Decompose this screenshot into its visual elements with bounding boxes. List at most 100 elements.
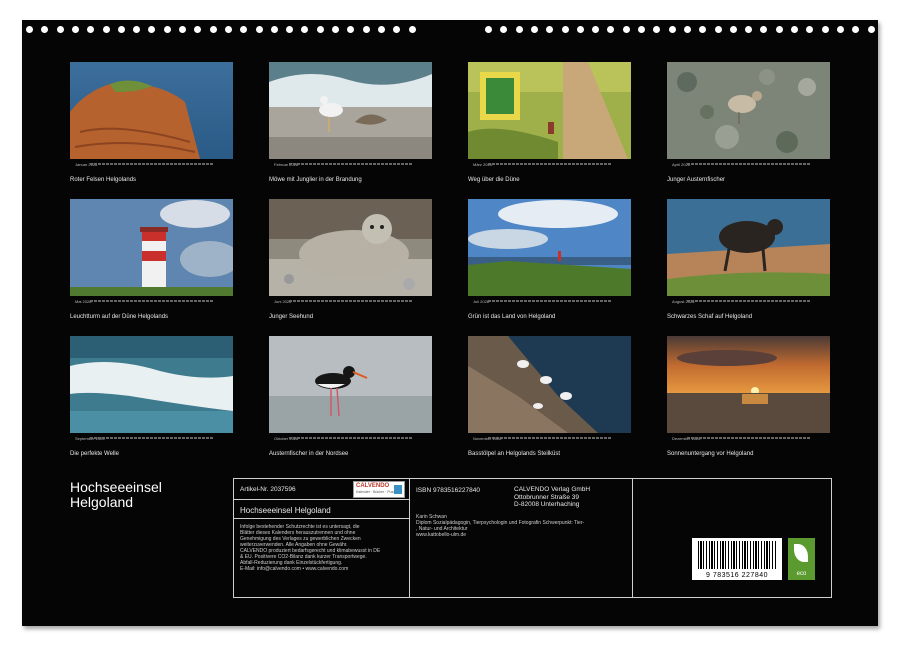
day-mark	[787, 300, 790, 302]
day-mark	[106, 300, 109, 302]
binding-hole	[806, 26, 813, 33]
binding-hole	[347, 26, 354, 33]
day-mark	[783, 300, 786, 302]
day-mark	[604, 163, 607, 165]
photo-dune-path	[468, 62, 631, 159]
day-mark	[333, 300, 336, 302]
day-mark	[190, 437, 193, 439]
day-mark	[301, 163, 304, 165]
binding-hole	[301, 26, 308, 33]
day-mark	[349, 163, 352, 165]
day-mark	[373, 300, 376, 302]
day-mark	[194, 300, 197, 302]
day-mark	[751, 163, 754, 165]
binding-hole	[26, 26, 33, 33]
day-mark	[504, 437, 507, 439]
binding-hole	[41, 26, 48, 33]
day-mark	[763, 437, 766, 439]
day-mark	[600, 300, 603, 302]
day-mark	[699, 437, 702, 439]
logo-mark-icon	[394, 485, 402, 494]
binding-hole	[87, 26, 94, 33]
day-mark	[142, 300, 145, 302]
day-mark	[492, 437, 495, 439]
day-mark	[365, 163, 368, 165]
day-mark	[385, 300, 388, 302]
day-mark	[743, 163, 746, 165]
day-mark	[130, 437, 133, 439]
product-title: Hochseeeinsel Helgoland	[240, 506, 331, 515]
day-mark	[771, 163, 774, 165]
day-mark	[373, 437, 376, 439]
photo-young-seal	[269, 199, 432, 296]
day-mark	[397, 437, 400, 439]
day-mark	[803, 300, 806, 302]
day-mark	[329, 300, 332, 302]
day-mark	[162, 163, 165, 165]
day-mark	[775, 163, 778, 165]
day-mark	[568, 437, 571, 439]
day-mark	[596, 300, 599, 302]
day-mark	[715, 300, 718, 302]
binding-hole	[562, 26, 569, 33]
divider	[233, 518, 409, 519]
day-mark	[301, 437, 304, 439]
day-grid	[488, 162, 628, 170]
day-mark	[552, 437, 555, 439]
day-mark	[799, 300, 802, 302]
binding-hole	[516, 26, 523, 33]
day-mark	[739, 437, 742, 439]
day-mark	[397, 300, 400, 302]
day-mark	[321, 163, 324, 165]
day-mark	[707, 437, 710, 439]
day-mark	[409, 300, 412, 302]
day-mark	[393, 437, 396, 439]
day-mark	[568, 163, 571, 165]
day-mark	[122, 437, 125, 439]
day-mark	[325, 437, 328, 439]
binding-hole	[760, 26, 767, 33]
day-mark	[297, 163, 300, 165]
day-mark	[588, 300, 591, 302]
day-mark	[174, 163, 177, 165]
day-mark	[309, 437, 312, 439]
day-mark	[377, 300, 380, 302]
binding-hole	[225, 26, 232, 33]
binding-hole	[332, 26, 339, 33]
day-mark	[405, 163, 408, 165]
day-mark	[305, 163, 308, 165]
day-mark	[532, 300, 535, 302]
day-mark	[325, 163, 328, 165]
photo-caption: Möwe mit Junglier in der Brandung	[269, 177, 362, 183]
day-mark	[600, 163, 603, 165]
day-mark	[98, 163, 101, 165]
day-mark	[194, 437, 197, 439]
photo-caption: Junger Seehund	[269, 314, 313, 320]
day-mark	[536, 300, 539, 302]
day-mark	[369, 163, 372, 165]
binding-hole	[240, 26, 247, 33]
day-grid	[90, 162, 230, 170]
day-mark	[759, 437, 762, 439]
day-mark	[369, 437, 372, 439]
day-mark	[600, 437, 603, 439]
day-mark	[544, 163, 547, 165]
binding-hole	[715, 26, 722, 33]
day-mark	[512, 437, 515, 439]
day-mark	[409, 437, 412, 439]
day-mark	[723, 437, 726, 439]
day-mark	[401, 163, 404, 165]
day-grid	[488, 436, 628, 444]
day-mark	[795, 437, 798, 439]
day-mark	[755, 300, 758, 302]
day-mark	[114, 163, 117, 165]
day-mark	[106, 437, 109, 439]
day-mark	[166, 300, 169, 302]
calvendo-logo: CALVENDO Kalender · Bücher · Puzzle	[353, 481, 405, 498]
day-mark	[170, 163, 173, 165]
day-mark	[110, 300, 113, 302]
day-mark	[289, 163, 292, 165]
day-mark	[329, 437, 332, 439]
day-mark	[735, 437, 738, 439]
day-mark	[572, 163, 575, 165]
